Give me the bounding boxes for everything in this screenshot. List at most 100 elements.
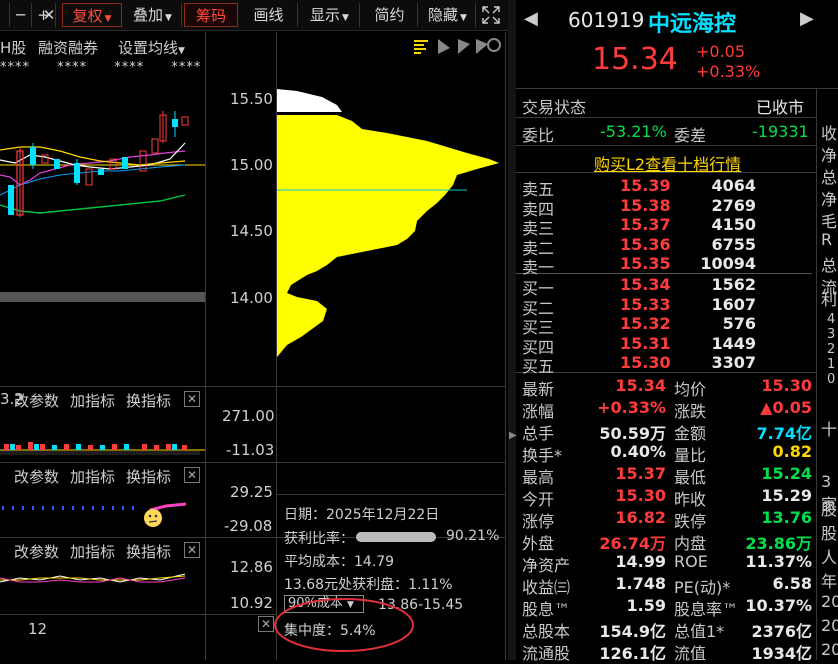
side-number: 1 (827, 357, 836, 372)
quote-label: 总股本 (522, 622, 571, 641)
margin-trading-link[interactable]: 融资融券 (38, 37, 98, 58)
quote-value: 15.34 (615, 376, 666, 395)
price-tick-4: 14.00 (230, 289, 273, 307)
flag-icon (438, 39, 450, 54)
chip-date: 日期：2025年12月22日 (284, 507, 440, 523)
chip-profit-at: 13.68元处获利盘：1.11% (284, 577, 453, 593)
display-dropdown[interactable]: 显示 ▼ (300, 3, 360, 27)
chart-toolbar: ─ + ✕ 复权 ▼ 叠加 ▼ 筹码 画线 显示 ▼ 简约 隐藏 ▼ (0, 0, 508, 31)
side-label: 股 (821, 500, 838, 519)
quote-label: 股息™ (522, 600, 571, 619)
side-tab[interactable]: 利 (821, 286, 837, 310)
ma-star-3: **** (114, 60, 145, 75)
side-label: 20 (821, 640, 838, 659)
p4-edit-params-button[interactable]: 改参数 (14, 541, 59, 562)
flag2-icon (458, 39, 470, 54)
quote-label: 流值 (674, 644, 707, 663)
ask-level-price: 15.36 (620, 234, 671, 254)
chip-profit-label: 获利比率： (284, 531, 354, 547)
p3-close-icon[interactable]: ✕ (184, 467, 200, 483)
ma-settings-dropdown[interactable]: 设置均线▼ (118, 37, 185, 58)
quote-value: 15.30 (761, 376, 812, 395)
side-label: 人 (821, 548, 838, 567)
ask-level-volume: 4150 (711, 215, 756, 234)
p4-switch-indicator-button[interactable]: 换指标 (126, 541, 171, 562)
vol-add-indicator-button[interactable]: 加指标 (70, 390, 115, 411)
quote-label: 最新 (522, 380, 555, 399)
quote-label: 金额 (674, 424, 707, 443)
quote-value: 11.37% (745, 552, 812, 571)
p3-axis-bottom: -29.08 (224, 517, 273, 535)
vol-edit-params-button[interactable]: 改参数 (14, 390, 59, 411)
prev-stock-icon[interactable]: ◀ (524, 8, 538, 29)
p3-axis-top: 29.25 (230, 483, 273, 501)
quote-value: 13.76 (761, 508, 812, 527)
h-share-link[interactable]: H股 (0, 37, 26, 58)
quote-label: 外盘 (522, 534, 555, 553)
smiley-icon (144, 509, 162, 527)
volume-bars (0, 442, 205, 455)
chip-avg-cost: 平均成本：14.79 (284, 554, 395, 570)
p3-switch-indicator-button[interactable]: 换指标 (126, 466, 171, 487)
ma-star-2: **** (57, 60, 88, 75)
hide-dropdown[interactable]: 隐藏 ▼ (420, 3, 476, 27)
quote-value: 10.37% (745, 596, 812, 615)
next-stock-icon[interactable]: ▶ (800, 8, 814, 29)
quote-value: +0.33% (597, 398, 666, 417)
bid-level-label: 买五 (522, 357, 555, 376)
ma-values-row: **** **** **** **** (0, 60, 201, 75)
candle (54, 159, 60, 169)
vol-close-icon[interactable]: ✕ (184, 391, 200, 407)
quote-label: 涨跌 (674, 402, 707, 421)
side-tab[interactable]: 十 (821, 416, 837, 440)
p4-close-icon[interactable]: ✕ (184, 542, 200, 558)
fullscreen-icon[interactable] (478, 3, 504, 27)
chip-yellow-area (277, 115, 499, 357)
panel-splitter[interactable] (508, 0, 516, 660)
chip-divider (505, 32, 506, 660)
side-label: 20 (821, 592, 838, 611)
quote-label: 跌停 (674, 512, 707, 531)
bid-level-price: 15.30 (620, 353, 671, 372)
p4-add-indicator-button[interactable]: 加指标 (70, 541, 115, 562)
price-tick-1: 15.50 (230, 90, 273, 108)
kline-chart[interactable] (0, 85, 205, 305)
overlay-dropdown[interactable]: 叠加 ▼ (124, 3, 182, 27)
zoom-out-button[interactable]: ─ (10, 3, 32, 27)
draw-line-button[interactable]: 画线 (240, 3, 298, 27)
quote-label: 股息率™ (674, 600, 739, 619)
bid-level-volume: 1449 (711, 333, 756, 353)
p4-axis-bottom: 10.92 (230, 594, 273, 612)
quote-value: 14.99 (615, 552, 666, 571)
simple-button[interactable]: 简约 (362, 3, 418, 27)
vol-switch-indicator-button[interactable]: 换指标 (126, 390, 171, 411)
fuquan-dropdown[interactable]: 复权 ▼ (62, 3, 122, 27)
chip-button[interactable]: 筹码 (184, 3, 238, 27)
quote-value: 126.1亿 (599, 644, 666, 663)
quote-value: 1934亿 (751, 644, 812, 663)
chip-profit-value: 90.21% (446, 528, 500, 544)
side-label: 总 (821, 168, 838, 187)
price-tick-2: 15.00 (230, 156, 273, 174)
ask-level-price: 15.38 (620, 195, 671, 215)
close-chart-button[interactable]: ✕ (36, 3, 62, 27)
quote-label: 量比 (674, 446, 707, 465)
quote-value: 2376亿 (751, 622, 812, 641)
quote-value: 23.86万 (745, 534, 812, 553)
quote-value: 50.59万 (599, 424, 666, 443)
pane-sep-2 (0, 462, 505, 463)
side-label: 总 (821, 256, 838, 275)
quote-value: 0.82 (772, 442, 812, 461)
trade-status-value: 已收市 (756, 98, 805, 117)
p3-edit-params-button[interactable]: 改参数 (14, 466, 59, 487)
vol-axis-bottom: -11.03 (226, 441, 275, 459)
quote-label: 流通股 (522, 644, 571, 663)
quote-label: 均价 (674, 380, 707, 399)
side-label: 净 (821, 146, 838, 165)
p3-add-indicator-button[interactable]: 加指标 (70, 466, 115, 487)
side-label: 20 (821, 616, 838, 635)
quote-label: 内盘 (674, 534, 707, 553)
quote-label: 收益㈢ (522, 578, 571, 597)
ask-level-volume: 6755 (711, 234, 756, 254)
bid-level-price: 15.33 (620, 294, 671, 314)
